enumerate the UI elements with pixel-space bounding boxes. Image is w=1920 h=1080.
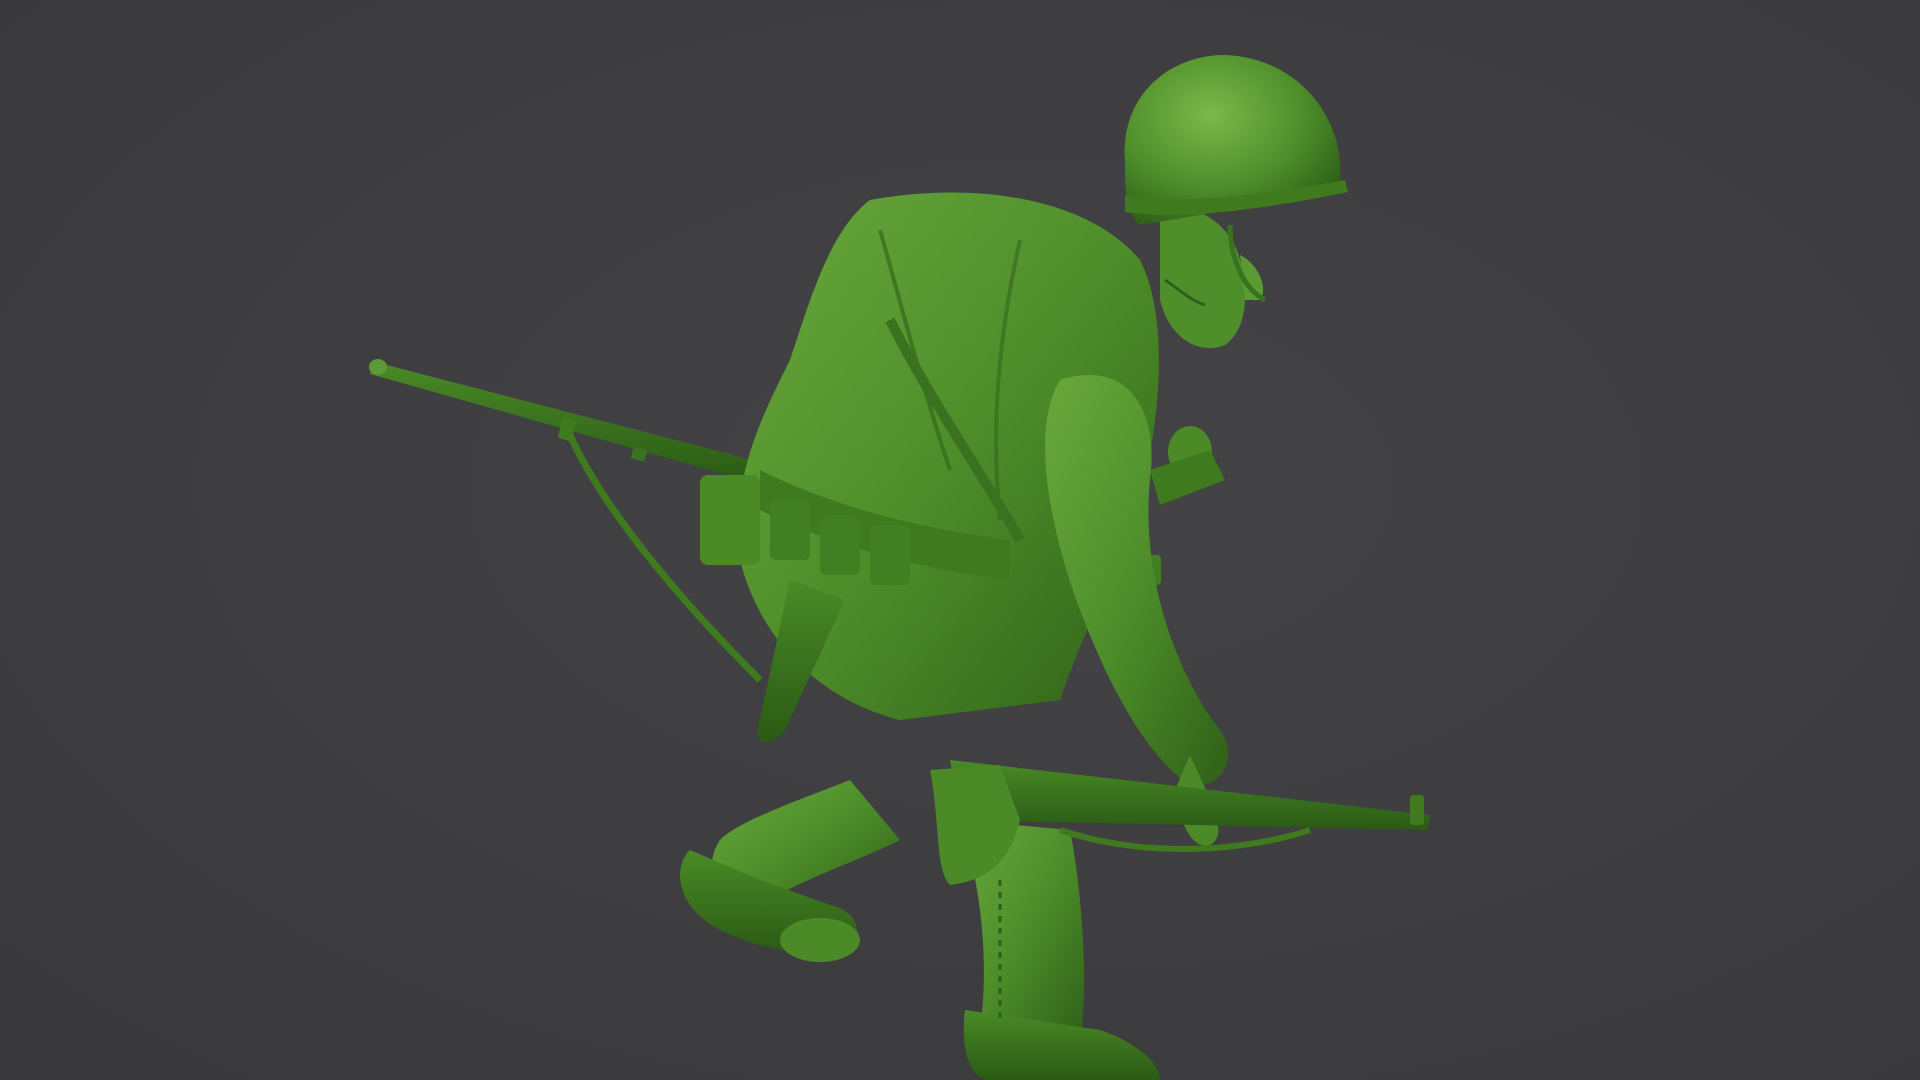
head bbox=[1160, 207, 1264, 348]
rear-leg bbox=[680, 780, 900, 962]
helmet bbox=[1124, 55, 1348, 303]
grenade bbox=[1143, 426, 1225, 585]
render-viewport bbox=[0, 0, 1920, 1080]
toy-soldier-figure bbox=[369, 55, 1430, 1080]
